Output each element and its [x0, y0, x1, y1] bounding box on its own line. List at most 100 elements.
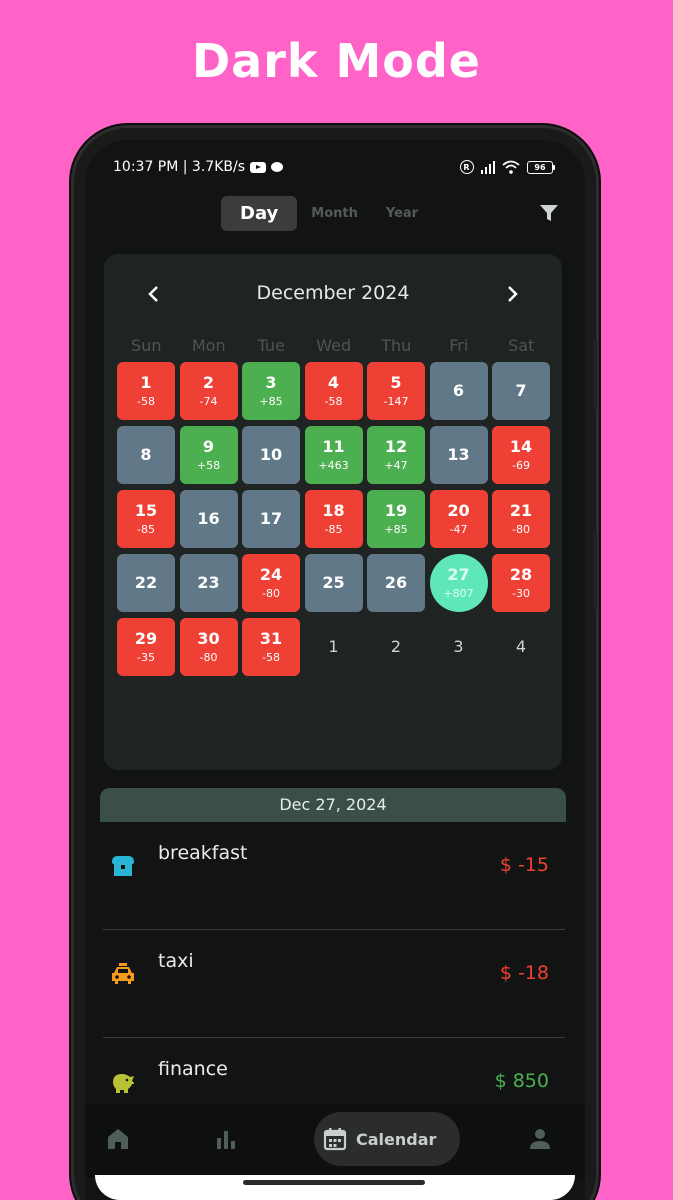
day-number: 18: [322, 501, 345, 520]
calendar-card: December 2024 Sun Mon Tue Wed Thu Fri Sa…: [104, 254, 562, 770]
taxi-icon: [112, 963, 134, 984]
day-cell[interactable]: 19 +85: [367, 490, 425, 548]
day-cell[interactable]: 30 -80: [179, 618, 238, 676]
home-indicator[interactable]: [243, 1180, 425, 1185]
day-cell[interactable]: 15 -85: [117, 490, 175, 548]
weekday-label: Fri: [449, 336, 469, 355]
tab-year[interactable]: Year: [372, 197, 432, 230]
day-number: 26: [384, 573, 408, 592]
nav-calendar-button[interactable]: Calendar: [314, 1112, 460, 1166]
day-amount: -80: [512, 523, 530, 536]
day-cell[interactable]: 16: [179, 490, 238, 548]
day-cell[interactable]: 27 +807: [429, 554, 488, 612]
day-number: 3: [265, 373, 277, 392]
day-amount: -58: [137, 395, 155, 408]
day-amount: -47: [449, 523, 468, 536]
transaction-name: finance: [158, 1058, 228, 1080]
day-cell[interactable]: 23: [179, 554, 238, 612]
day-amount: +47: [384, 459, 408, 472]
day-cell[interactable]: 6: [429, 362, 488, 420]
day-cell[interactable]: 10: [242, 426, 300, 484]
day-number: 12: [384, 437, 408, 456]
tab-day[interactable]: Day: [221, 196, 298, 231]
day-cell[interactable]: 18 -85: [304, 490, 363, 548]
day-number: 13: [447, 445, 470, 464]
day-number: 8: [140, 445, 152, 464]
day-number: 19: [384, 501, 408, 520]
next-month-day-cell[interactable]: 4: [492, 618, 550, 676]
next-month-day-cell[interactable]: 1: [305, 618, 363, 676]
day-amount: -85: [137, 523, 155, 536]
day-number: 11: [322, 437, 345, 456]
day-cell[interactable]: 26: [367, 554, 425, 612]
status-time: 10:37 PM | 3.7KB/s: [113, 159, 245, 175]
profile-icon[interactable]: [527, 1126, 553, 1152]
next-month-button[interactable]: [500, 282, 524, 306]
day-cell[interactable]: 3 +85: [242, 362, 300, 420]
day-cell[interactable]: 22: [117, 554, 175, 612]
calendar-icon: [323, 1128, 347, 1151]
day-cell[interactable]: 11 +463: [304, 426, 363, 484]
registered-icon: R: [459, 160, 474, 174]
day-number: 6: [452, 381, 465, 400]
weekday-header: Sun Mon Tue Wed Thu Fri Sat: [115, 336, 553, 355]
transaction-row[interactable]: taxi $ -18: [85, 930, 585, 1038]
chart-icon[interactable]: [213, 1126, 239, 1152]
home-icon[interactable]: [105, 1126, 131, 1152]
day-cell[interactable]: 2 -74: [179, 362, 238, 420]
day-cell[interactable]: 1 -58: [117, 362, 175, 420]
chevron-right-icon: [508, 286, 518, 302]
transaction-row[interactable]: breakfast $ -15: [85, 822, 585, 930]
day-number: 1: [140, 373, 152, 392]
wifi-icon: [502, 160, 520, 174]
day-cell[interactable]: 25: [304, 554, 363, 612]
day-amount: -80: [262, 587, 280, 600]
day-number: 7: [515, 381, 527, 400]
day-cell[interactable]: 9 +58: [179, 426, 238, 484]
day-number: 10: [259, 445, 283, 464]
bread-icon: [112, 856, 134, 876]
next-month-day-cell[interactable]: 2: [367, 618, 425, 676]
weekday-label: Tue: [257, 336, 285, 355]
tab-month[interactable]: Month: [297, 197, 372, 230]
day-number: 16: [197, 509, 220, 528]
bottom-nav: Calendar: [85, 1104, 585, 1178]
day-cell[interactable]: 20 -47: [429, 490, 488, 548]
day-number: 2: [390, 637, 402, 656]
day-cell[interactable]: 28 -30: [492, 554, 550, 612]
transaction-amount: $ -18: [499, 962, 549, 984]
day-amount: -58: [324, 395, 343, 408]
month-title: December 2024: [256, 282, 410, 304]
day-cell[interactable]: 31 -58: [242, 618, 300, 676]
day-cell[interactable]: 21 -80: [492, 490, 550, 548]
weekday-label: Mon: [191, 336, 226, 355]
day-amount: -35: [137, 651, 155, 664]
day-number: 24: [259, 565, 283, 584]
day-number: 4: [327, 373, 340, 392]
day-number: 9: [202, 437, 215, 456]
day-number: 20: [447, 501, 470, 520]
day-amount: +85: [384, 523, 408, 536]
filter-icon[interactable]: [539, 203, 559, 223]
day-amount: -85: [324, 523, 343, 536]
day-cell[interactable]: 14 -69: [492, 426, 550, 484]
transaction-amount: $ 850: [494, 1070, 549, 1092]
selected-date-header: Dec 27, 2024: [100, 788, 566, 822]
day-cell[interactable]: 12 +47: [367, 426, 425, 484]
day-cell[interactable]: 24 -80: [242, 554, 300, 612]
day-cell[interactable]: 7: [492, 362, 550, 420]
day-number: 28: [509, 565, 533, 584]
battery-icon: 96: [527, 160, 555, 174]
system-nav-bar: [95, 1175, 575, 1200]
day-cell[interactable]: 17: [242, 490, 300, 548]
day-cell[interactable]: 5 -147: [367, 362, 425, 420]
day-cell[interactable]: 29 -35: [117, 618, 175, 676]
day-cell[interactable]: 4 -58: [304, 362, 363, 420]
day-cell[interactable]: 8: [117, 426, 175, 484]
day-amount: -147: [383, 395, 409, 408]
day-number: 31: [259, 629, 283, 648]
day-number: 21: [509, 501, 533, 520]
next-month-day-cell[interactable]: 3: [430, 618, 488, 676]
day-cell[interactable]: 13: [429, 426, 488, 484]
day-number: 5: [390, 373, 402, 392]
